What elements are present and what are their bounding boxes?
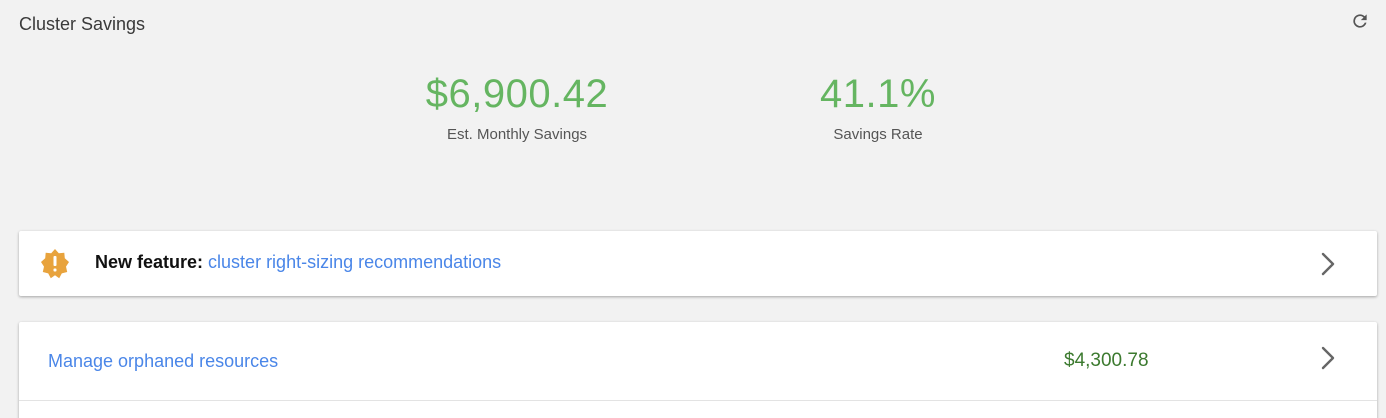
chevron-right-icon[interactable]: [1319, 251, 1337, 277]
monthly-savings-stat: $6,900.42 Est. Monthly Savings: [387, 70, 647, 143]
savings-rate-stat: 41.1% Savings Rate: [748, 70, 1008, 143]
feature-prefix: New feature:: [95, 252, 204, 272]
warning-badge-icon: [41, 249, 69, 279]
refresh-button[interactable]: [1347, 8, 1373, 34]
page-title: Cluster Savings: [19, 14, 146, 34]
monthly-savings-label: Est. Monthly Savings: [446, 126, 588, 143]
manage-orphaned-link[interactable]: Manage orphaned resources: [48, 351, 278, 372]
feature-text: New feature: cluster right-sizing recomm…: [95, 252, 501, 273]
orphaned-resources-row[interactable]: Manage orphaned resources $4,300.78: [19, 322, 1377, 401]
orphaned-resources-card: Manage orphaned resources $4,300.78: [19, 322, 1377, 418]
orphaned-savings-amount: $4,300.78: [1064, 350, 1149, 371]
monthly-savings-value: $6,900.42: [425, 72, 609, 116]
savings-rate-value: 41.1%: [820, 72, 936, 116]
right-sizing-link[interactable]: cluster right-sizing recommendations: [208, 252, 501, 272]
savings-rate-label: Savings Rate: [833, 126, 923, 143]
new-feature-banner[interactable]: New feature: cluster right-sizing recomm…: [19, 231, 1377, 296]
cluster-savings-panel: Cluster Savings $6,900.42 Est. Monthly S…: [0, 0, 1386, 418]
refresh-icon: [1353, 14, 1367, 28]
chevron-right-icon[interactable]: [1319, 345, 1337, 371]
